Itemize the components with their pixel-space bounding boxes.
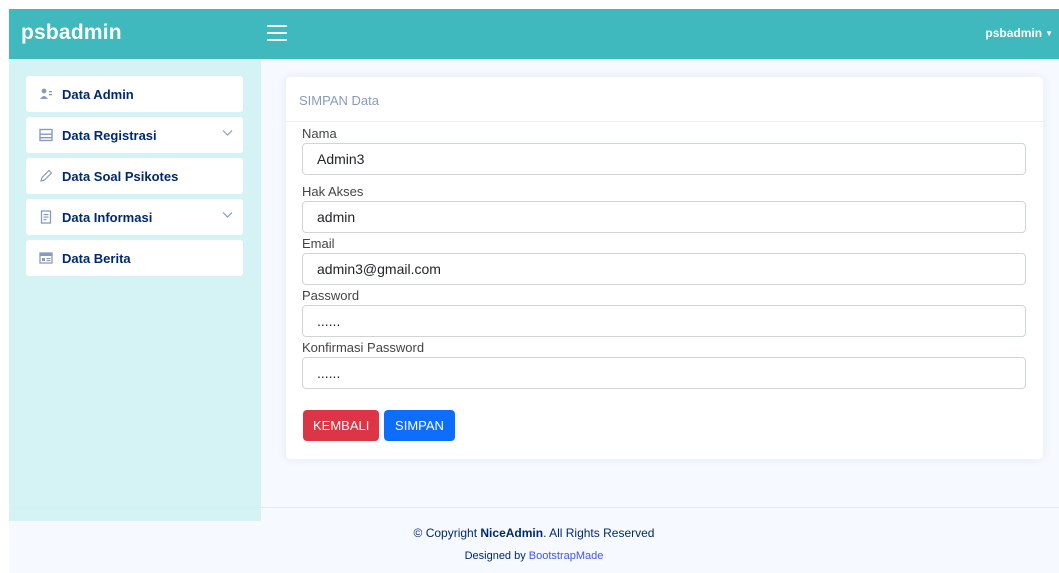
- footer-divider: [9, 507, 1059, 508]
- email-field[interactable]: [302, 253, 1026, 285]
- copyright-text: © Copyright NiceAdmin. All Rights Reserv…: [9, 526, 1059, 540]
- hak-akses-label: Hak Akses: [302, 184, 364, 199]
- user-menu[interactable]: psbadmin ▼: [985, 26, 1053, 40]
- chevron-down-icon: [222, 209, 233, 223]
- pencil-icon: [39, 169, 53, 183]
- sidebar: Data Admin Data Registrasi Data Soal Psi…: [9, 59, 261, 521]
- card-title: SIMPAN Data: [299, 93, 379, 108]
- sidebar-item-data-admin[interactable]: Data Admin: [26, 76, 243, 112]
- hak-akses-field[interactable]: [302, 201, 1026, 233]
- nama-label: Nama: [302, 126, 337, 141]
- sidebar-item-data-registrasi[interactable]: Data Registrasi: [26, 117, 243, 153]
- user-name: psbadmin: [985, 26, 1043, 40]
- users-icon: [39, 87, 53, 101]
- sidebar-item-label: Data Registrasi: [62, 128, 157, 143]
- form-card: SIMPAN Data Nama Hak Akses Email Passwor…: [286, 77, 1043, 459]
- card-divider: [286, 121, 1043, 122]
- bootstrapmade-link[interactable]: BootstrapMade: [529, 550, 604, 562]
- sidebar-item-data-berita[interactable]: Data Berita: [26, 240, 243, 276]
- designed-by-label: Designed by: [464, 550, 529, 562]
- konfirmasi-password-field[interactable]: [302, 357, 1026, 389]
- password-label: Password: [302, 288, 360, 303]
- copyright-suffix: . All Rights Reserved: [543, 526, 655, 540]
- nama-field[interactable]: [302, 143, 1026, 175]
- kembali-button[interactable]: KEMBALI: [303, 410, 379, 441]
- document-icon: [39, 210, 53, 224]
- password-field[interactable]: [302, 305, 1026, 337]
- brand-logo[interactable]: psbadmin: [21, 21, 122, 45]
- copyright-prefix: © Copyright: [413, 526, 481, 540]
- sidebar-item-data-soal-psikotes[interactable]: Data Soal Psikotes: [26, 158, 243, 194]
- newspaper-icon: [39, 251, 53, 265]
- top-header: psbadmin psbadmin ▼: [9, 9, 1059, 59]
- credits-text: Designed by BootstrapMade: [9, 550, 1059, 562]
- layout-icon: [39, 128, 53, 142]
- email-label: Email: [302, 236, 335, 251]
- sidebar-item-label: Data Soal Psikotes: [62, 169, 179, 184]
- simpan-button[interactable]: SIMPAN: [384, 410, 455, 441]
- caret-down-icon: ▼: [1045, 29, 1053, 38]
- sidebar-item-label: Data Berita: [62, 251, 131, 266]
- sidebar-item-label: Data Admin: [62, 87, 134, 102]
- chevron-down-icon: [222, 127, 233, 141]
- konfirmasi-password-label: Konfirmasi Password: [302, 340, 425, 355]
- sidebar-item-data-informasi[interactable]: Data Informasi: [26, 199, 243, 235]
- sidebar-item-label: Data Informasi: [62, 210, 153, 225]
- hamburger-menu-icon[interactable]: [267, 25, 287, 41]
- app-frame: psbadmin psbadmin ▼ Data Admin Data Regis…: [9, 9, 1059, 573]
- copyright-brand: NiceAdmin: [480, 526, 544, 540]
